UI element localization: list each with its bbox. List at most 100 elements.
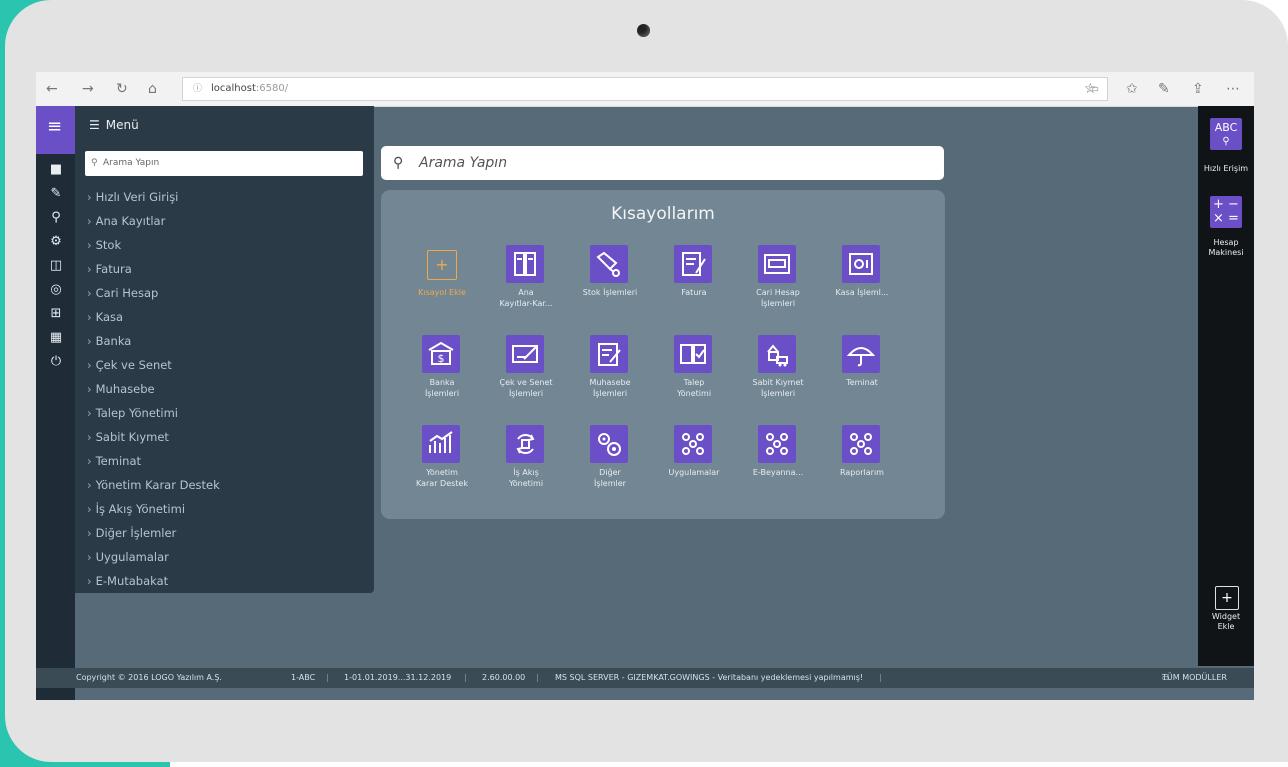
shortcut-tile[interactable]: Fatura [652, 245, 736, 325]
menu-item-label: Cari Hesap [95, 286, 159, 300]
quick-access-button[interactable]: ABC ⚲ [1210, 118, 1242, 150]
hamburger-button[interactable]: ≡ [36, 106, 75, 154]
dots-icon [674, 425, 712, 463]
browser-toolbar: ← → ↻ ⌂ ⓘ localhost:6580/ ▭ ☆ ✩ ✎ ⇪ ⋯ [36, 72, 1254, 107]
share-icon[interactable]: ⇪ [1192, 80, 1204, 98]
menu-icon: ☰ [89, 118, 100, 132]
status-bar: Copyright © 2016 LOGO Yazılım A.Ş. 1-ABC… [36, 668, 1254, 688]
menu-item[interactable]: › Muhasebe [87, 380, 155, 398]
shortcut-label-line1: E-Beyanna... [752, 468, 804, 477]
shortcut-tile[interactable]: Stok İşlemleri [568, 245, 652, 325]
chevron-right-icon: › [87, 262, 92, 276]
shortcut-tile[interactable]: Sabit Kıymet İşlemleri [736, 335, 820, 415]
plus-box-icon[interactable]: ⊞ [47, 306, 65, 322]
shortcut-label: E-Beyanna... [736, 467, 820, 478]
menu-item[interactable]: › Teminat [87, 452, 141, 470]
tablet-frame: ← → ↻ ⌂ ⓘ localhost:6580/ ▭ ☆ ✩ ✎ ⇪ ⋯ ≡ … [5, 0, 1288, 762]
shortcut-tile[interactable]: Yönetim Karar Destek [400, 425, 484, 505]
shortcut-tile[interactable]: Kasa İşleml... [820, 245, 904, 325]
menu-search-input[interactable]: ⚲ Arama Yapın [85, 151, 363, 176]
add-icon: + [427, 250, 457, 280]
menu-item[interactable]: › Stok [87, 236, 121, 254]
shortcut-label-line1: Çek ve Senet [499, 378, 553, 387]
menu-item[interactable]: › Sabit Kıymet [87, 428, 169, 446]
power-icon[interactable]: ⏻ [47, 354, 65, 370]
shortcut-label: Kasa İşleml... [820, 287, 904, 298]
menu-item[interactable]: › Hızlı Veri Girişi [87, 188, 178, 206]
refresh-icon[interactable]: ↻ [116, 80, 128, 98]
main-search-placeholder: Arama Yapın [419, 155, 508, 171]
shortcut-tile[interactable]: Diğer İşlemler [568, 425, 652, 505]
settings-icon[interactable]: ⚙ [47, 234, 65, 250]
shortcut-tile[interactable]: Çek ve Senet İşlemleri [484, 335, 568, 415]
menu-item[interactable]: › E-Mutabakat [87, 572, 168, 590]
menu-item[interactable]: › Fatura [87, 260, 132, 278]
chevron-right-icon: › [87, 526, 92, 540]
home-icon[interactable]: ⌂ [148, 80, 157, 98]
shortcuts-panel: Kısayollarım + Kısayol Ekle Ana Kayıtlar-Ka… [381, 190, 945, 519]
shortcut-tile[interactable]: Ana Kayıtlar-Kar... [484, 245, 568, 325]
menu-item-label: Kasa [95, 310, 124, 324]
shortcut-label: Uygulamalar [652, 467, 736, 478]
shortcut-tile[interactable]: Raporlarım [820, 425, 904, 505]
records-icon [506, 245, 544, 283]
grid-icon[interactable]: ▦ [47, 330, 65, 346]
shortcut-tile[interactable]: Cari Hesap İşlemleri [736, 245, 820, 325]
menu-title: Menü [105, 118, 139, 132]
widget-label-2: Ekle [1217, 622, 1235, 631]
info-icon: ⓘ [193, 84, 203, 94]
shortcut-label-line2: İşlemleri [508, 389, 544, 398]
shortcut-tile[interactable]: Teminat [820, 335, 904, 415]
shortcut-tile[interactable]: + Kısayol Ekle [400, 245, 484, 325]
pen-icon[interactable]: ✎ [1158, 80, 1170, 98]
more-icon[interactable]: ⋯ [1226, 80, 1240, 98]
calculator-label-2: Makinesi [1208, 248, 1244, 257]
menu-item[interactable]: › Yönetim Karar Destek [87, 476, 220, 494]
chevron-right-icon: › [87, 334, 92, 348]
shortcut-label-line1: Banka [429, 378, 455, 387]
edit-icon[interactable]: ✎ [47, 186, 65, 202]
chart-icon [422, 425, 460, 463]
menu-item[interactable]: › Kasa [87, 308, 123, 326]
url-text: localhost:6580/ [211, 83, 289, 94]
shortcut-label: Talep Yönetimi [652, 377, 736, 399]
forward-arrow-icon[interactable]: → [82, 80, 94, 98]
calculator-button[interactable]: + − × = [1210, 196, 1242, 228]
shortcut-label: Kısayol Ekle [400, 287, 484, 298]
status-divider: | [326, 673, 329, 682]
shortcut-tile[interactable]: İş Akış Yönetimi [484, 425, 568, 505]
shortcut-label: Stok İşlemleri [568, 287, 652, 298]
favorites-list-icon[interactable]: ✩ [1126, 80, 1138, 98]
shortcut-tile[interactable]: Talep Yönetimi [652, 335, 736, 415]
support-icon[interactable]: ◎ [47, 282, 65, 298]
shortcut-label-line1: Raporlarım [840, 468, 884, 477]
widget-add-button[interactable]: + [1215, 586, 1239, 610]
search-icon[interactable]: ⚲ [47, 210, 65, 226]
menu-item-label: İş Akış Yönetimi [95, 502, 186, 516]
shortcut-label: Sabit Kıymet İşlemleri [736, 377, 820, 399]
menu-item-label: Fatura [95, 262, 132, 276]
shortcut-label: Çek ve Senet İşlemleri [484, 377, 568, 399]
favorite-star-icon[interactable]: ☆ [1084, 80, 1097, 98]
shortcut-tile[interactable]: E-Beyanna... [736, 425, 820, 505]
chevron-right-icon: › [87, 382, 92, 396]
main-search-input[interactable]: ⚲ Arama Yapın [381, 146, 944, 180]
menu-item[interactable]: › Çek ve Senet [87, 356, 172, 374]
shortcut-tile[interactable]: Uygulamalar [652, 425, 736, 505]
columns-icon[interactable]: ◫ [47, 258, 65, 274]
menu-item[interactable]: › Talep Yönetimi [87, 404, 178, 422]
shortcut-label-line1: Cari Hesap [756, 288, 800, 297]
menu-item[interactable]: › Ana Kayıtlar [87, 212, 165, 230]
shortcut-label-line2: Yönetimi [508, 479, 544, 488]
menu-item[interactable]: › İş Akış Yönetimi [87, 500, 185, 518]
menu-item[interactable]: › Diğer İşlemler [87, 524, 176, 542]
menu-item[interactable]: › Banka [87, 332, 131, 350]
folder-icon[interactable]: ■ [47, 162, 65, 178]
shortcut-tile[interactable]: Muhasebe İşlemleri [568, 335, 652, 415]
shortcut-tile[interactable]: $ Banka İşlemleri [400, 335, 484, 415]
menu-item[interactable]: › Cari Hesap [87, 284, 158, 302]
menu-item[interactable]: › Uygulamalar [87, 548, 169, 566]
back-arrow-icon[interactable]: ← [46, 80, 58, 98]
status-divider: | [464, 673, 467, 682]
address-bar[interactable]: ⓘ localhost:6580/ ▭ [182, 77, 1108, 101]
